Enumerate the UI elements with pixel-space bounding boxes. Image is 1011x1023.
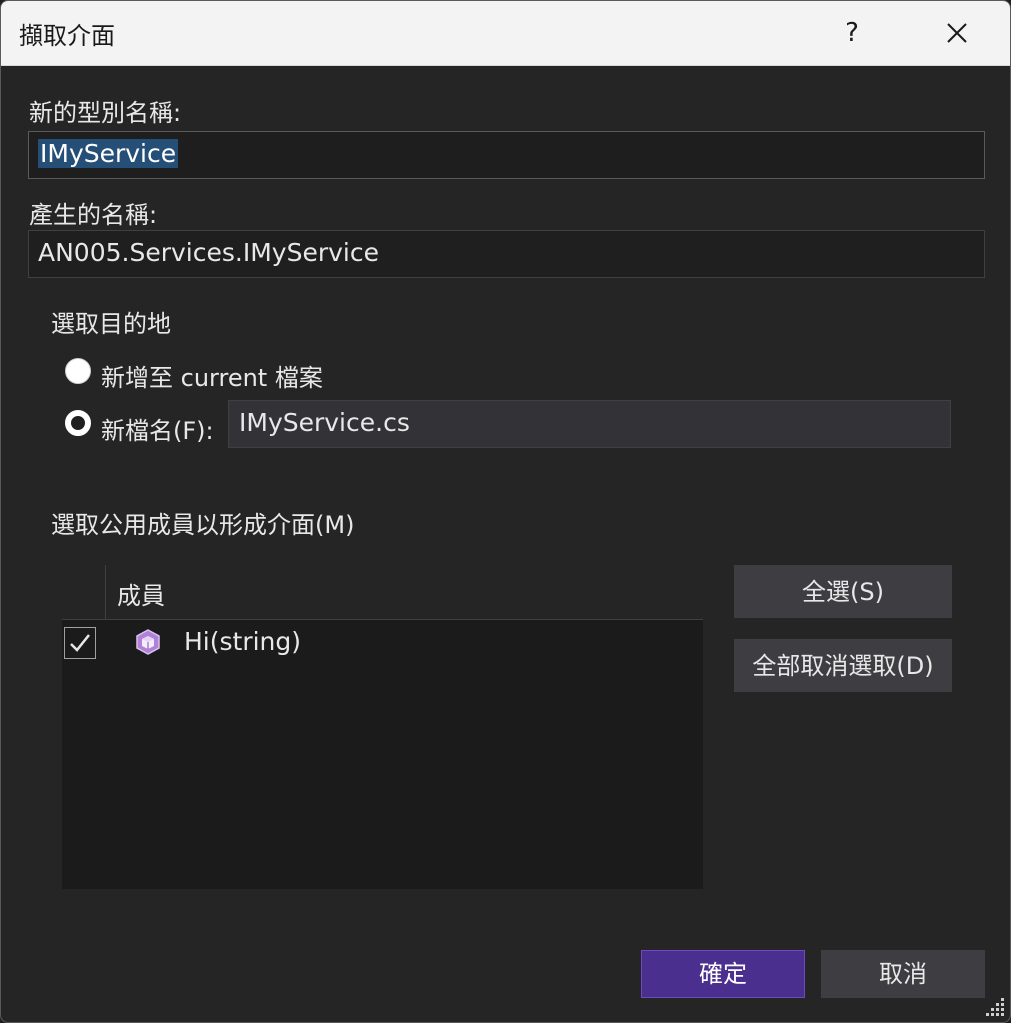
new-type-name-value: IMyService	[38, 139, 179, 168]
new-file-name-input[interactable]: IMyService.cs	[228, 400, 951, 448]
checkmark-icon	[70, 634, 90, 652]
ok-button[interactable]: 確定	[641, 950, 805, 998]
member-name: Hi(string)	[184, 627, 302, 656]
title-bar: 擷取介面 ?	[1, 1, 1010, 66]
dialog-title: 擷取介面	[19, 22, 115, 50]
extract-interface-dialog: 擷取介面 ? 新的型別名稱: IMyService 產生的名稱: AN005.S…	[0, 0, 1011, 1023]
radio-add-to-current-label[interactable]: 新增至 current 檔案	[101, 358, 323, 393]
generated-name-field: AN005.Services.IMyService	[28, 230, 985, 278]
radio-new-file[interactable]	[65, 410, 91, 436]
new-type-name-input[interactable]: IMyService	[28, 131, 985, 179]
radio-new-file-label[interactable]: 新檔名(F):	[101, 411, 214, 446]
destination-label: 選取目的地	[51, 310, 171, 338]
member-checkbox[interactable]	[64, 627, 96, 659]
members-grid-header: 成員	[62, 565, 703, 620]
new-type-name-label: 新的型別名稱:	[29, 99, 182, 127]
column-divider[interactable]	[105, 565, 106, 619]
close-icon	[947, 23, 967, 43]
deselect-all-button[interactable]: 全部取消選取(D)	[734, 639, 952, 692]
help-button[interactable]: ?	[827, 9, 877, 57]
resize-grip-icon[interactable]	[985, 996, 1007, 1018]
radio-add-to-current[interactable]	[65, 358, 91, 384]
column-header-members[interactable]: 成員	[117, 576, 165, 611]
method-cube-icon	[136, 629, 160, 655]
select-all-button[interactable]: 全選(S)	[734, 565, 952, 618]
members-section-label: 選取公用成員以形成介面(M)	[51, 511, 355, 539]
generated-name-label: 產生的名稱:	[29, 201, 158, 229]
cancel-button[interactable]: 取消	[821, 950, 985, 998]
close-button[interactable]	[929, 9, 985, 57]
members-grid: 成員 Hi(string)	[62, 565, 703, 889]
